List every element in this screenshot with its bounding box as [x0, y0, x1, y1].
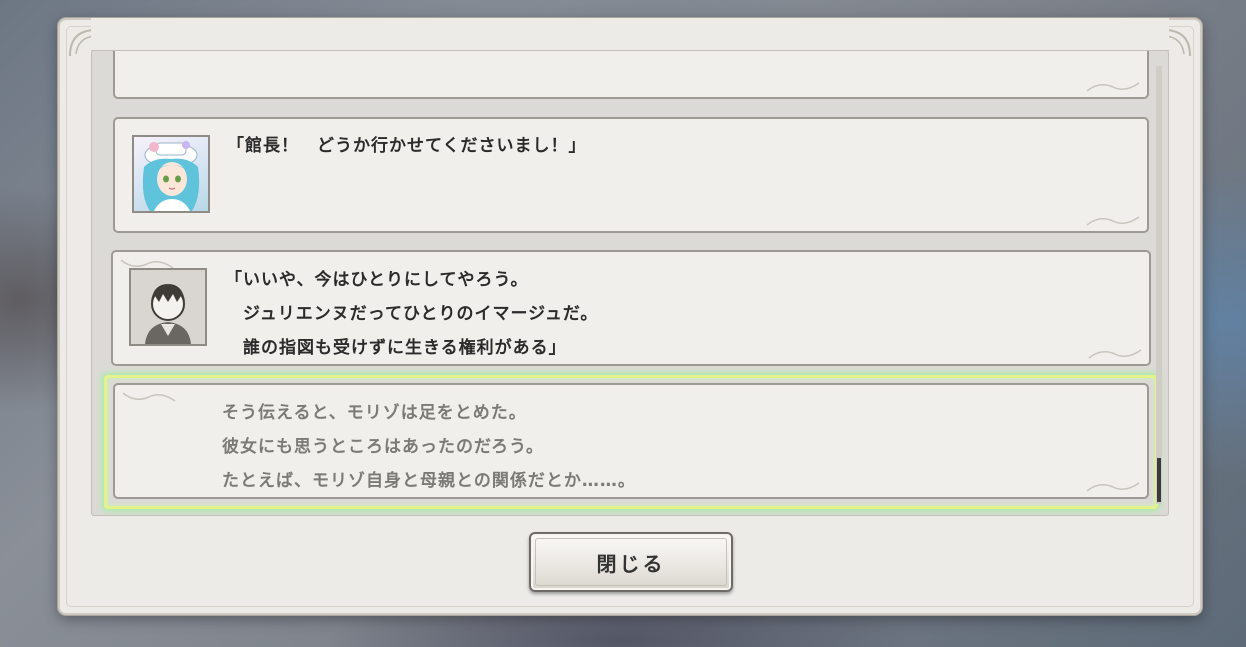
character-portrait-icon	[132, 135, 210, 213]
backlog-entry: 「館長！ どうか行かせてくださいまし！」	[113, 117, 1149, 233]
close-button[interactable]: 閉じる	[529, 532, 733, 592]
scrollbar-track[interactable]	[1156, 66, 1162, 504]
narration-line: そう伝えると、モリゾは足をとめた。	[222, 403, 527, 423]
flourish-ornament-icon	[122, 392, 176, 402]
dialogue-line: 誰の指図も受けずに生きる権利がある」	[225, 338, 567, 358]
close-button-label: 閉じる	[596, 551, 666, 576]
flourish-ornament-icon	[1086, 482, 1140, 492]
dialogue-line: ジュリエンヌだってひとりのイマージュだ。	[225, 304, 599, 324]
dialogue-line: 「いいや、今はひとりにしてやろう。	[225, 270, 529, 290]
dialogue-line: 「館長！ どうか行かせてくださいまし！」	[227, 136, 587, 156]
flourish-ornament-icon	[1086, 216, 1140, 226]
flourish-ornament-icon	[1088, 349, 1142, 359]
backlog-entry: 「いいや、今はひとりにしてやろう。 ジュリエンヌだってひとりのイマージュだ。 誰…	[111, 250, 1151, 366]
flourish-ornament-icon	[1086, 82, 1140, 92]
divider	[91, 50, 1169, 51]
backlog-entry-current: そう伝えると、モリゾは足をとめた。 彼女にも思うところはあったのだろう。 たとえ…	[113, 383, 1149, 499]
narration-line: 彼女にも思うところはあったのだろう。	[222, 437, 544, 457]
silhouette-portrait-icon	[129, 268, 207, 346]
scroll-mask	[91, 18, 1169, 50]
narration-line: たとえば、モリゾ自身と母親との関係だとか……。	[222, 471, 636, 491]
scrollbar-thumb[interactable]	[1157, 458, 1161, 502]
